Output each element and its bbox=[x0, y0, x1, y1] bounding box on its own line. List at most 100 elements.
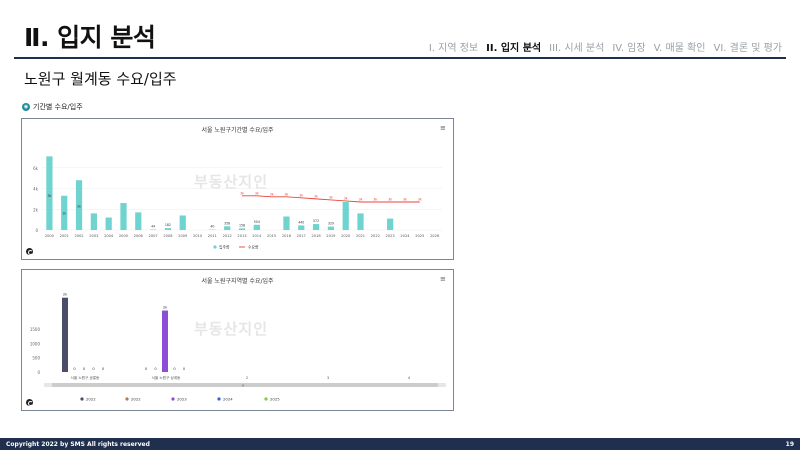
page-subtitle: 노원구 월계동 수요/입주 bbox=[24, 70, 177, 88]
bar-supply bbox=[342, 201, 349, 230]
bar-data-label: 358 bbox=[224, 221, 230, 225]
x-tick-label: 2026 bbox=[430, 234, 440, 238]
y-tick-label: 4k bbox=[33, 187, 39, 192]
legend-swatch bbox=[80, 397, 84, 401]
x-tick-label: 2019 bbox=[326, 234, 336, 238]
section-nav: I. 지역 정보 II. 입지 분석 III. 시세 분석 IV. 임장 V. … bbox=[429, 39, 782, 54]
legend-swatch bbox=[125, 397, 129, 401]
x-tick-label: 2015 bbox=[267, 234, 276, 238]
demand-point: 3k bbox=[285, 192, 289, 196]
scrollbar-thumb bbox=[52, 383, 438, 387]
x-tick-label: 2005 bbox=[119, 234, 128, 238]
x-tick-label: 2017 bbox=[297, 234, 306, 238]
demand-point: 3k bbox=[373, 197, 377, 201]
bar-data-label: 0 bbox=[83, 367, 86, 371]
bar-supply bbox=[135, 212, 142, 230]
nav-item-5[interactable]: V. 매물 확인 bbox=[654, 39, 706, 54]
x-tick-label: 2010 bbox=[193, 234, 203, 238]
region-chart: 0500100015002k0 0 0 0 0 02k0 0서울 노원구 공릉동 서울 노원구… bbox=[30, 293, 446, 402]
nav-item-4[interactable]: IV. 임장 bbox=[612, 39, 645, 54]
x-tick-label: 2004 bbox=[104, 234, 114, 238]
bar-data-label: 44 bbox=[151, 225, 155, 229]
bar-data-label: 3k bbox=[47, 194, 51, 198]
bar-data-label: 572 bbox=[313, 219, 319, 223]
x-tick-label: 서울 노원구 공릉동 bbox=[71, 375, 100, 380]
nav-item-6[interactable]: VI. 결론 및 평가 bbox=[713, 39, 782, 54]
bar-supply bbox=[387, 218, 394, 230]
y-tick-label: 6k bbox=[33, 166, 39, 171]
bar-supply bbox=[357, 213, 364, 230]
nav-item-3[interactable]: III. 시세 분석 bbox=[549, 39, 604, 54]
bar-data-label: 2k bbox=[77, 205, 81, 209]
bar-supply bbox=[179, 215, 186, 230]
y-tick-label: 1500 bbox=[30, 327, 41, 332]
scrollbar-grip: ≡ bbox=[242, 384, 245, 388]
bar-supply bbox=[120, 203, 127, 230]
x-tick-label: 2023 bbox=[386, 234, 395, 238]
bar-supply bbox=[327, 226, 334, 230]
region-chart-panel: 서울 노원구지역별 수요/입주 ≡ 부동산지인 0 500 1000 1500 2k 0 0… bbox=[21, 269, 454, 411]
bar-supply bbox=[283, 216, 290, 230]
bar-data-label: 0 bbox=[92, 367, 95, 371]
legend-label-supply: 입주량 bbox=[219, 245, 230, 250]
refresh-icon[interactable] bbox=[26, 399, 33, 406]
bar-supply bbox=[298, 225, 305, 230]
copyright-text: Copyright 2022 by SMS All rights reserve… bbox=[6, 441, 150, 448]
demand-point: 3k bbox=[388, 197, 392, 201]
footer: Copyright 2022 by SMS All rights reserve… bbox=[0, 438, 800, 450]
slide-title: Ⅱ. 입지 분석 bbox=[24, 23, 156, 52]
bar-data-label: 2k bbox=[163, 306, 168, 310]
y-tick-label: 0 bbox=[37, 370, 40, 375]
x-tick-label: 2006 bbox=[134, 234, 144, 238]
demand-point: 3k bbox=[344, 196, 348, 200]
nav-item-2[interactable]: II. 입지 분석 bbox=[486, 39, 541, 54]
y-tick-label: 0 bbox=[35, 228, 38, 233]
x-tick-label: 서울 노원구 상계동 bbox=[152, 375, 181, 380]
bar-data-label: 2k bbox=[63, 293, 68, 297]
x-tick-label: 2016 bbox=[282, 234, 292, 238]
x-tick-label: 2014 bbox=[252, 234, 262, 238]
bar-data-label: 329 bbox=[328, 222, 334, 226]
info-icon: ◉ bbox=[22, 103, 30, 111]
refresh-icon[interactable] bbox=[26, 248, 33, 255]
bar-region bbox=[62, 297, 68, 372]
bar-data-label: 182 bbox=[165, 223, 171, 227]
demand-point: 3k bbox=[270, 192, 274, 196]
bar-region bbox=[162, 310, 168, 372]
demand-point: 3k bbox=[314, 194, 318, 198]
x-tick-label: 3 bbox=[327, 376, 329, 380]
bar-data-label: 0 bbox=[73, 367, 76, 371]
bar-data-label: 158 bbox=[239, 223, 245, 227]
bar-supply bbox=[105, 217, 112, 230]
page-number: 19 bbox=[785, 441, 794, 448]
demand-point: 3k bbox=[403, 197, 407, 201]
demand-point: 3k bbox=[240, 191, 244, 195]
section-label-text: 기간별 수요/입주 bbox=[33, 103, 83, 111]
x-tick-label: 2003 bbox=[89, 234, 98, 238]
legend-swatch bbox=[171, 397, 175, 401]
x-tick-label: 2012 bbox=[223, 234, 232, 238]
nav-item-1[interactable]: I. 지역 정보 bbox=[429, 39, 478, 54]
bar-supply bbox=[238, 228, 246, 230]
bar-data-label: 1k bbox=[62, 212, 66, 216]
x-tick-label: 2000 bbox=[45, 234, 55, 238]
bar-supply bbox=[164, 228, 172, 230]
bar-data-label: 0 bbox=[102, 367, 105, 371]
period-chart: 0 2k 4k 6k 2000 2001 2002 2003 2004 2005 2006 2007 2… bbox=[33, 156, 442, 250]
x-tick-label: 4 bbox=[408, 376, 411, 380]
x-tick-label: 2022 bbox=[371, 234, 380, 238]
x-tick-label: 2020 bbox=[341, 234, 351, 238]
legend-label: 2024 bbox=[223, 397, 233, 402]
x-tick-label: 2009 bbox=[178, 234, 188, 238]
demand-point: 3k bbox=[418, 197, 422, 201]
bar-data-label: 0 bbox=[183, 367, 186, 371]
x-tick-label: 2025 bbox=[415, 234, 424, 238]
x-tick-label: 2013 bbox=[237, 234, 246, 238]
bar-data-label: 40 bbox=[210, 225, 214, 229]
bar-supply bbox=[224, 226, 231, 230]
title-divider bbox=[14, 57, 786, 59]
bar-supply bbox=[253, 224, 260, 230]
period-chart-panel: 서울 노원구기간별 수요/입주 ≡ 부동산지인 0 2k 4k 6k 2000 2001 2… bbox=[21, 118, 454, 260]
demand-point: 3k bbox=[359, 197, 363, 201]
legend-swatch-supply bbox=[213, 245, 217, 249]
